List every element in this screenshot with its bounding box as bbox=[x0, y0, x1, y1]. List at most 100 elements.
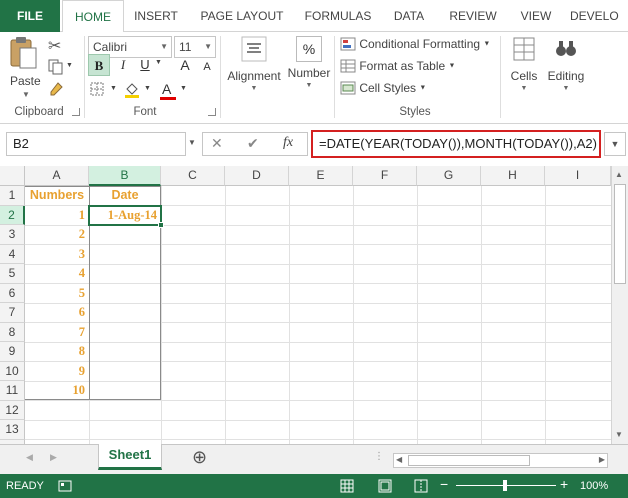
font-launcher-icon[interactable] bbox=[208, 108, 216, 116]
row-header[interactable]: 2 bbox=[0, 205, 25, 225]
enter-icon[interactable]: ✔ bbox=[247, 135, 259, 152]
column-header-a[interactable]: A bbox=[25, 166, 89, 186]
row-header[interactable]: 7 bbox=[0, 303, 25, 323]
editing-button[interactable]: Editing ▼ bbox=[544, 36, 588, 102]
tab-file[interactable]: FILE bbox=[0, 0, 60, 32]
tab-view[interactable]: VIEW bbox=[514, 0, 558, 32]
shrink-font-button[interactable]: A bbox=[196, 56, 218, 78]
format-as-table-button[interactable]: Format as Table ▼ bbox=[340, 58, 500, 76]
row-header[interactable]: 1 bbox=[0, 186, 25, 206]
scroll-right-icon[interactable]: ▶ bbox=[599, 455, 605, 464]
column-header-d[interactable]: D bbox=[225, 166, 289, 186]
tab-data[interactable]: DATA bbox=[386, 0, 432, 32]
grid-line bbox=[225, 186, 226, 444]
macro-record-icon[interactable] bbox=[58, 479, 72, 493]
zoom-slider-thumb[interactable] bbox=[503, 480, 507, 491]
fill-color-button[interactable]: ▼ bbox=[124, 82, 152, 100]
row-header[interactable]: 10 bbox=[0, 361, 25, 381]
zoom-in-icon[interactable]: + bbox=[560, 476, 568, 492]
row-header[interactable]: 3 bbox=[0, 225, 25, 245]
format-painter-button[interactable] bbox=[48, 82, 66, 100]
column-header-e[interactable]: E bbox=[289, 166, 353, 186]
cell-a11[interactable]: 10 bbox=[25, 381, 89, 401]
row-header[interactable]: 9 bbox=[0, 342, 25, 362]
cell-b1[interactable]: Date bbox=[89, 186, 161, 206]
cancel-icon[interactable]: ✕ bbox=[211, 135, 223, 152]
cell-a1[interactable]: Numbers bbox=[25, 186, 89, 206]
cell-a4[interactable]: 3 bbox=[25, 245, 89, 265]
tab-home[interactable]: HOME bbox=[62, 0, 124, 33]
horizontal-scroll-thumb[interactable] bbox=[408, 455, 530, 466]
tab-insert[interactable]: INSERT bbox=[128, 0, 184, 32]
zoom-out-icon[interactable]: − bbox=[440, 476, 448, 492]
column-header-c[interactable]: C bbox=[161, 166, 225, 186]
font-color-button[interactable]: A ▼ bbox=[160, 79, 190, 101]
vertical-scrollbar[interactable]: ▲ ▼ bbox=[611, 166, 628, 444]
scroll-left-icon[interactable]: ◀ bbox=[396, 455, 402, 464]
page-layout-view-icon[interactable] bbox=[378, 479, 392, 493]
scroll-up-icon[interactable]: ▲ bbox=[615, 170, 623, 179]
previous-sheet-icon[interactable]: ◀ bbox=[26, 452, 33, 463]
cell-a6[interactable]: 5 bbox=[25, 284, 89, 304]
tab-page-layout[interactable]: PAGE LAYOUT bbox=[194, 0, 290, 32]
cell-a5[interactable]: 4 bbox=[25, 264, 89, 284]
tab-developer[interactable]: DEVELO bbox=[570, 0, 628, 32]
tab-review[interactable]: REVIEW bbox=[444, 0, 502, 32]
zoom-level[interactable]: 100% bbox=[580, 480, 608, 492]
ribbon: Paste ▼ ✂ ▼ Clipboard Calibri ▼ 11 ▼ B I… bbox=[0, 32, 628, 124]
insert-function-icon[interactable]: fx bbox=[283, 135, 293, 151]
column-header-f[interactable]: F bbox=[353, 166, 417, 186]
copy-button[interactable]: ▼ bbox=[48, 59, 74, 77]
expand-formula-bar-icon[interactable]: ▼ bbox=[604, 132, 626, 156]
status-ready: READY bbox=[6, 480, 44, 492]
split-handle-icon[interactable]: ⋮ bbox=[374, 451, 384, 462]
vertical-scroll-thumb[interactable] bbox=[614, 184, 626, 284]
row-header[interactable]: 12 bbox=[0, 400, 25, 420]
alignment-button[interactable]: Alignment ▼ bbox=[224, 36, 284, 102]
row-header[interactable]: 8 bbox=[0, 322, 25, 342]
grid-line bbox=[481, 186, 482, 444]
row-header[interactable]: 5 bbox=[0, 264, 25, 284]
bold-button[interactable]: B bbox=[88, 54, 110, 76]
fill-handle[interactable] bbox=[158, 222, 164, 228]
normal-view-icon[interactable] bbox=[340, 479, 354, 493]
select-all-corner[interactable] bbox=[0, 166, 25, 186]
worksheet-grid[interactable]: A B C D E F G H I 1 2 3 4 5 6 7 8 9 10 1… bbox=[0, 166, 628, 444]
page-break-preview-icon[interactable] bbox=[414, 479, 428, 493]
column-header-b[interactable]: B bbox=[89, 166, 161, 186]
sheet-tab-sheet1[interactable]: Sheet1 bbox=[98, 444, 162, 470]
column-header-g[interactable]: G bbox=[417, 166, 481, 186]
name-box[interactable]: B2 bbox=[6, 132, 186, 156]
next-sheet-icon[interactable]: ▶ bbox=[50, 452, 57, 463]
clipboard-launcher-icon[interactable] bbox=[72, 108, 80, 116]
conditional-formatting-button[interactable]: Conditional Formatting ▼ bbox=[340, 36, 500, 54]
grow-font-button[interactable]: A bbox=[174, 54, 196, 76]
paste-button[interactable]: Paste ▼ bbox=[8, 36, 42, 106]
cell-a10[interactable]: 9 bbox=[25, 362, 89, 382]
row-header[interactable]: 13 bbox=[0, 420, 25, 440]
underline-button[interactable]: U bbox=[134, 54, 156, 76]
number-button[interactable]: % Number ▼ bbox=[286, 36, 332, 102]
tab-formulas[interactable]: FORMULAS bbox=[300, 0, 376, 32]
scroll-down-icon[interactable]: ▼ bbox=[615, 430, 623, 439]
name-box-dropdown-icon[interactable]: ▼ bbox=[188, 138, 196, 147]
add-sheet-icon[interactable]: ⊕ bbox=[192, 447, 207, 468]
cell-a3[interactable]: 2 bbox=[25, 225, 89, 245]
column-header-i[interactable]: I bbox=[545, 166, 611, 186]
underline-dropdown-icon[interactable]: ▼ bbox=[155, 59, 162, 66]
column-header-h[interactable]: H bbox=[481, 166, 545, 186]
row-header[interactable]: 11 bbox=[0, 381, 25, 401]
row-header[interactable]: 4 bbox=[0, 244, 25, 264]
cell-a2[interactable]: 1 bbox=[25, 206, 89, 226]
cell-a9[interactable]: 8 bbox=[25, 342, 89, 362]
italic-button[interactable]: I bbox=[112, 54, 134, 76]
cut-icon[interactable]: ✂ bbox=[48, 36, 61, 56]
cell-styles-button[interactable]: Cell Styles ▼ bbox=[340, 80, 460, 98]
row-header[interactable]: 6 bbox=[0, 283, 25, 303]
borders-button[interactable]: ▼ bbox=[90, 82, 118, 100]
cells-button[interactable]: Cells ▼ bbox=[504, 36, 544, 102]
cell-a8[interactable]: 7 bbox=[25, 323, 89, 343]
horizontal-scrollbar[interactable]: ◀ ▶ bbox=[393, 453, 608, 468]
formula-input[interactable]: =DATE(YEAR(TODAY()),MONTH(TODAY()),A2) bbox=[311, 130, 601, 158]
cell-a7[interactable]: 6 bbox=[25, 303, 89, 323]
